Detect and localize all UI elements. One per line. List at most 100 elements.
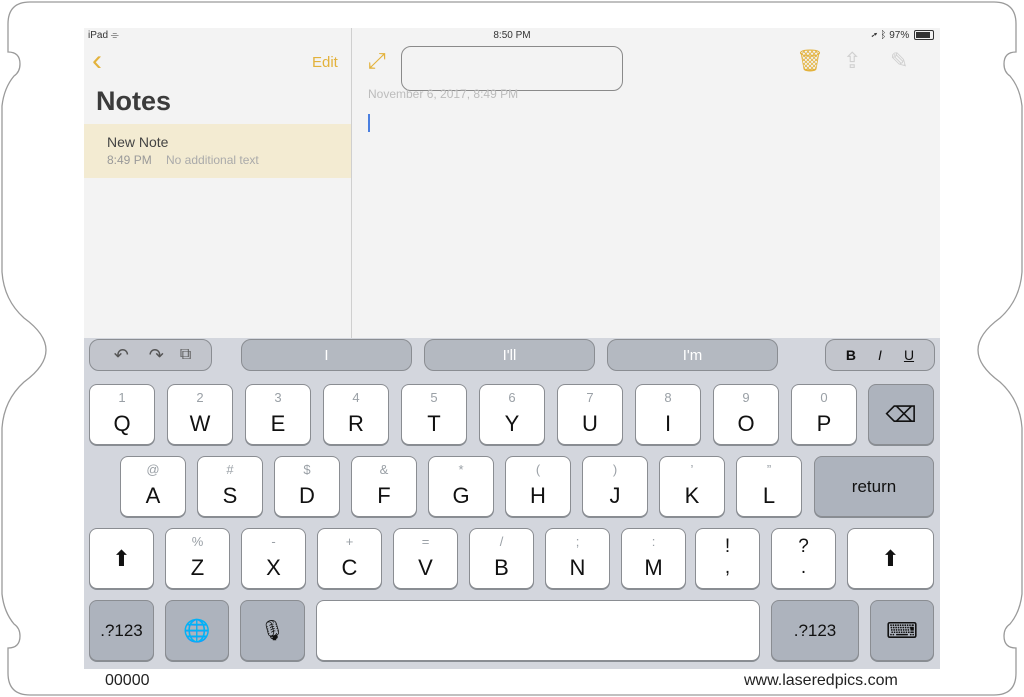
key-a[interactable]: @ A — [120, 456, 186, 517]
note-date: November 6, 2017, 8:49 PM — [368, 87, 519, 101]
key-y[interactable]: 6Y — [479, 384, 545, 445]
key-question-top: ? — [798, 536, 809, 557]
key-primary-label: I — [664, 411, 672, 436]
key-secondary-label: ( — [535, 462, 541, 477]
key-secondary-label: 2 — [196, 390, 204, 405]
space-key[interactable] — [316, 600, 760, 661]
key-f[interactable]: & F — [351, 456, 417, 517]
key-d[interactable]: $ D — [274, 456, 340, 517]
globe-key[interactable]: 🌐 — [165, 600, 229, 661]
key-secondary-label: 0 — [820, 390, 828, 405]
shift-key-right[interactable]: ⬆ — [847, 528, 934, 589]
delete-icon: ⌫ — [885, 401, 917, 427]
key-primary-label: V — [418, 555, 433, 580]
trash-icon[interactable]: 🗑 — [796, 48, 824, 74]
suggestion-3[interactable]: I'm — [607, 339, 778, 371]
edit-button[interactable]: Edit — [312, 54, 338, 71]
key-primary-label: F — [377, 483, 391, 508]
key-secondary-label: 8 — [664, 390, 672, 405]
undo-icon[interactable]: ↶ — [114, 345, 129, 366]
key-h[interactable]: (H — [505, 456, 571, 517]
key-i[interactable]: 8I — [635, 384, 701, 445]
key-secondary-label: ) — [612, 462, 618, 477]
delete-key[interactable]: ⌫ — [868, 384, 934, 445]
bold-button[interactable]: B — [846, 347, 856, 363]
note-editor[interactable]: ⤢ November 6, 2017, 8:49 PM 🗑 ⇪ ✎ — [352, 28, 940, 338]
key-q[interactable]: 1Q — [89, 384, 155, 445]
key-n[interactable]: ; N — [545, 528, 610, 589]
numbers-key-left[interactable]: .?123 — [89, 600, 154, 661]
key-t[interactable]: 5T — [401, 384, 467, 445]
key-exclaim[interactable]: ! , — [695, 528, 760, 589]
note-time: 8:49 PM — [107, 153, 152, 167]
numbers-label: .?123 — [793, 620, 837, 640]
list-item[interactable]: New Note 8:49 PM No additional text — [84, 124, 351, 178]
dictation-key[interactable]: 🎙 — [240, 600, 305, 661]
key-p[interactable]: 0P — [791, 384, 857, 445]
key-primary-label: A — [145, 483, 161, 508]
key-primary-label: W — [189, 411, 211, 436]
key-primary-label: E — [270, 411, 286, 436]
key-e[interactable]: 3E — [245, 384, 311, 445]
footer-code: 00000 — [105, 672, 150, 689]
key-u[interactable]: 7U — [557, 384, 623, 445]
key-x[interactable]: -X — [241, 528, 306, 589]
paste-icon[interactable]: ⧉ — [180, 346, 191, 364]
key-exclaim-bottom: , — [724, 557, 731, 578]
expand-icon[interactable]: ⤢ — [368, 48, 386, 74]
key-primary-label: Y — [504, 411, 520, 436]
key-primary-label: M — [644, 555, 663, 580]
undo-redo-group: ↶ ↷ ⧉ — [89, 339, 212, 371]
key-secondary-label: # — [226, 462, 234, 477]
key-z[interactable]: % Z — [165, 528, 230, 589]
suggestion-2[interactable]: I'll — [424, 339, 595, 371]
share-icon[interactable]: ⇪ — [843, 48, 861, 74]
key-secondary-label: 6 — [508, 390, 516, 405]
footer-url: www.laseredpics.com — [744, 672, 898, 689]
key-secondary-label: 9 — [742, 390, 750, 405]
back-chevron-icon[interactable]: ‹ — [92, 46, 102, 76]
key-g[interactable]: * G — [428, 456, 494, 517]
microphone-icon: 🎙 — [259, 620, 286, 642]
return-key[interactable]: return — [814, 456, 934, 517]
key-primary-label: O — [737, 411, 755, 436]
key-secondary-label: : — [651, 534, 656, 549]
numbers-key-right[interactable]: .?123 — [771, 600, 859, 661]
key-secondary-label: @ — [146, 462, 160, 477]
key-j[interactable]: ) J — [582, 456, 648, 517]
compose-icon[interactable]: ✎ — [890, 48, 908, 74]
key-m[interactable]: :M — [621, 528, 686, 589]
shift-icon: ⬆ — [112, 545, 131, 571]
key-primary-label: J — [609, 483, 621, 508]
suggestion-1[interactable]: I — [241, 339, 412, 371]
shift-key-left[interactable]: ⬆ — [89, 528, 154, 589]
key-v[interactable]: = V — [393, 528, 458, 589]
key-primary-label: D — [299, 483, 315, 508]
key-r[interactable]: 4R — [323, 384, 389, 445]
key-question[interactable]: ? . — [771, 528, 836, 589]
key-k[interactable]: ’ K — [659, 456, 725, 517]
key-b[interactable]: / B — [469, 528, 534, 589]
keyboard-dismiss-icon: ⌨ — [886, 617, 918, 643]
key-primary-label: U — [582, 411, 598, 436]
key-primary-label: H — [530, 483, 546, 508]
key-secondary-label: $ — [303, 462, 311, 477]
key-s[interactable]: # S — [197, 456, 263, 517]
dismiss-keyboard-key[interactable]: ⌨ — [870, 600, 934, 661]
text-cursor — [368, 114, 370, 132]
numbers-label: .?123 — [100, 620, 143, 640]
key-primary-label: T — [427, 411, 441, 436]
key-secondary-label: 4 — [352, 390, 360, 405]
key-w[interactable]: 2W — [167, 384, 233, 445]
key-primary-label: C — [341, 555, 358, 580]
key-l[interactable]: ” L — [736, 456, 802, 517]
key-primary-label: L — [762, 483, 776, 508]
key-primary-label: X — [266, 555, 281, 580]
key-secondary-label: 1 — [118, 390, 126, 405]
title-highlight-box — [401, 46, 623, 91]
italic-button[interactable]: I — [878, 347, 882, 363]
underline-button[interactable]: U — [904, 347, 914, 363]
key-c[interactable]: + C — [317, 528, 382, 589]
redo-icon[interactable]: ↷ — [149, 345, 164, 366]
key-o[interactable]: 9O — [713, 384, 779, 445]
